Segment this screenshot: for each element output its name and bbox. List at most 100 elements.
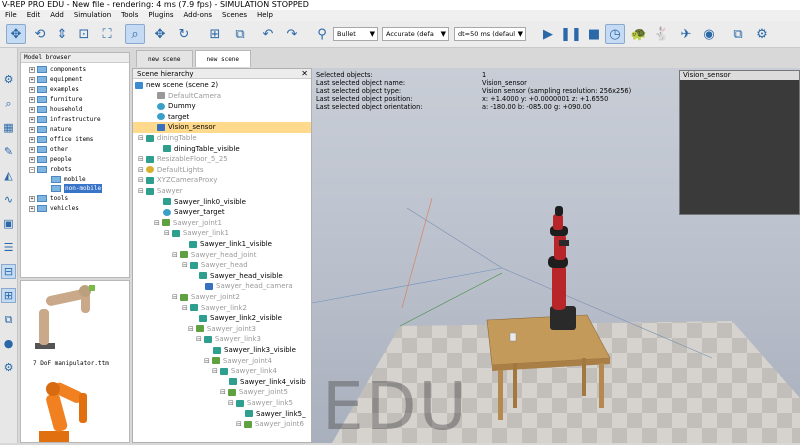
hierarchy-row[interactable]: ⊟ Sawyer_link5 [133, 398, 311, 409]
camera-angle-icon[interactable]: ⊡ [74, 24, 94, 44]
hierarchy-row[interactable]: ⊟ Sawyer_link4 [133, 366, 311, 377]
hierarchy-row[interactable]: ⊟ Sawyer_joint3 [133, 324, 311, 335]
expand-toggle-icon[interactable]: ⊟ [138, 134, 144, 142]
start-simulation-icon[interactable]: ▶ [538, 24, 558, 44]
camera-pan-icon[interactable]: ✥ [6, 24, 26, 44]
menu-help[interactable]: Help [252, 10, 278, 21]
hierarchy-row[interactable]: ⊟ Sawyer [133, 186, 311, 197]
object-properties-icon[interactable]: ⚙ [1, 72, 16, 87]
model-browser-icon[interactable]: ⊟ [1, 264, 16, 279]
fit-to-view-icon[interactable]: ⛶ [97, 24, 117, 44]
hierarchy-row[interactable]: target [133, 112, 311, 123]
expand-toggle-icon[interactable]: ⊟ [138, 187, 144, 195]
model-folder-furniture[interactable]: + furniture [29, 95, 83, 104]
hierarchy-row[interactable]: Sawyer_link0_visible [133, 197, 311, 208]
hierarchy-row[interactable]: ⊟ ResizableFloor_5_25 [133, 154, 311, 165]
hierarchy-row[interactable]: ⊟ Sawyer_joint1 [133, 218, 311, 229]
hierarchy-row[interactable]: Sawyer_link1_visible [133, 239, 311, 250]
menu-scenes[interactable]: Scenes [217, 10, 252, 21]
expand-toggle-icon[interactable]: ⊟ [172, 251, 178, 259]
model-folder-nature[interactable]: + nature [29, 125, 72, 134]
object-rotate-icon[interactable]: ↻ [174, 24, 194, 44]
expand-toggle-icon[interactable]: ⊟ [154, 219, 160, 227]
user-settings-icon[interactable]: ⚙ [1, 360, 16, 375]
timestep-select[interactable]: dt=50 ms (defaul ▼ [454, 27, 526, 41]
manipulator-thumbnail[interactable] [35, 285, 95, 349]
hierarchy-row[interactable]: diningTable_visible [133, 144, 311, 155]
hierarchy-row[interactable]: ⊟ Sawyer_link3 [133, 334, 311, 345]
menu-add[interactable]: Add [45, 10, 69, 21]
expand-toggle-icon[interactable]: ⊟ [172, 293, 178, 301]
model-folder-household[interactable]: + household [29, 105, 83, 114]
collections-icon[interactable]: ▦ [1, 120, 16, 135]
expand-toggle-icon[interactable]: ⊟ [212, 367, 218, 375]
model-folder-robots[interactable]: − robots [29, 165, 72, 174]
model-folder-non-mobile[interactable]: non-mobile [51, 184, 103, 193]
vision-sensor-view[interactable]: Vision_sensor [679, 70, 800, 215]
hierarchy-row[interactable]: Sawyer_link2_visible [133, 313, 311, 324]
hierarchy-row[interactable]: ⊟ Sawyer_joint4 [133, 356, 311, 367]
model-folder-examples[interactable]: + examples [29, 85, 79, 94]
menu-plugins[interactable]: Plugins [143, 10, 178, 21]
video-recorder-icon[interactable]: ● [1, 336, 16, 351]
hierarchy-row[interactable]: ⊟ diningTable [133, 133, 311, 144]
expand-toggle-icon[interactable]: ⊟ [228, 399, 234, 407]
menu-edit[interactable]: Edit [22, 10, 46, 21]
expand-toggle-icon[interactable]: ⊟ [196, 335, 202, 343]
model-folder-other[interactable]: + other [29, 145, 68, 154]
object-shift-icon[interactable]: ✥ [150, 24, 170, 44]
model-folder-equipment[interactable]: + equipment [29, 75, 83, 84]
hierarchy-row[interactable]: Sawyer_link5_ [133, 409, 311, 420]
slow-down-icon[interactable]: 🐢 [629, 24, 649, 44]
model-folder-office-items[interactable]: + office items [29, 135, 93, 144]
speed-up-icon[interactable]: 🐇 [652, 24, 672, 44]
close-icon[interactable]: ✕ [301, 69, 308, 79]
expand-toggle-icon[interactable]: ⊟ [188, 325, 194, 333]
scene-icon[interactable]: ⧉ [728, 24, 748, 44]
stop-simulation-icon[interactable]: ■ [584, 24, 604, 44]
scripts-icon[interactable]: ✎ [1, 144, 16, 159]
expand-toggle-icon[interactable]: ⊟ [182, 261, 188, 269]
assemble-icon[interactable]: ⊞ [205, 24, 225, 44]
hierarchy-row[interactable]: ⊟ Sawyer_joint2 [133, 292, 311, 303]
undo-icon[interactable]: ↶ [258, 24, 278, 44]
physics-engine-select[interactable]: Bullet ▼ [333, 27, 378, 41]
hierarchy-row[interactable]: ⊟ Sawyer_joint5 [133, 387, 311, 398]
hierarchy-row[interactable]: Vision_sensor [133, 122, 311, 133]
hierarchy-row[interactable]: new scene (scene 2) [133, 80, 311, 91]
model-folder-components[interactable]: + components [29, 65, 86, 74]
realtime-icon[interactable]: ◷ [605, 24, 625, 44]
select-icon[interactable]: ⌕ [125, 24, 145, 44]
transfer-dna-icon[interactable]: ⧉ [230, 24, 250, 44]
pause-simulation-icon[interactable]: ❚❚ [560, 24, 582, 44]
hierarchy-row[interactable]: Sawyer_target [133, 207, 311, 218]
selection-icon[interactable]: ▣ [1, 216, 16, 231]
menu-simulation[interactable]: Simulation [69, 10, 116, 21]
expand-toggle-icon[interactable]: ⊟ [138, 176, 144, 184]
menu-file[interactable]: File [0, 10, 22, 21]
model-folder-mobile[interactable]: mobile [51, 175, 86, 184]
hierarchy-row[interactable]: Sawyer_link3_visible [133, 345, 311, 356]
tab-scene-2[interactable]: new scene [194, 50, 252, 67]
hierarchy-row[interactable]: ⊟ DefaultLights [133, 165, 311, 176]
expand-toggle-icon[interactable]: ⊟ [138, 155, 144, 163]
hierarchy-row[interactable]: Sawyer_link4_visib [133, 377, 311, 388]
hierarchy-row[interactable]: Sawyer_head_visible [133, 271, 311, 282]
model-folder-tools[interactable]: + tools [29, 194, 68, 203]
model-folder-infrastructure[interactable]: + infrastructure [29, 115, 101, 124]
expand-toggle-icon[interactable]: ⊟ [182, 304, 188, 312]
hierarchy-row[interactable]: ⊟ Sawyer_joint6 [133, 419, 311, 430]
expand-toggle-icon[interactable]: ⊟ [138, 166, 144, 174]
settings-icon[interactable]: ⚙ [752, 24, 772, 44]
camera-shift-icon[interactable]: ⇕ [52, 24, 72, 44]
hierarchy-row[interactable]: ⊟ Sawyer_link2 [133, 303, 311, 314]
hierarchy-row[interactable]: ⊟ Sawyer_head [133, 260, 311, 271]
threaded-rendering-icon[interactable]: ✈ [676, 24, 696, 44]
menu-addons[interactable]: Add-ons [178, 10, 217, 21]
expand-toggle-icon[interactable]: ⊟ [236, 420, 242, 428]
model-folder-people[interactable]: + people [29, 155, 72, 164]
hierarchy-icon[interactable]: ☰ [1, 240, 16, 255]
path-edit-icon[interactable]: ∿ [1, 192, 16, 207]
camera-rotate-icon[interactable]: ⟲ [30, 24, 50, 44]
industrial-robot-thumbnail[interactable] [39, 381, 87, 443]
